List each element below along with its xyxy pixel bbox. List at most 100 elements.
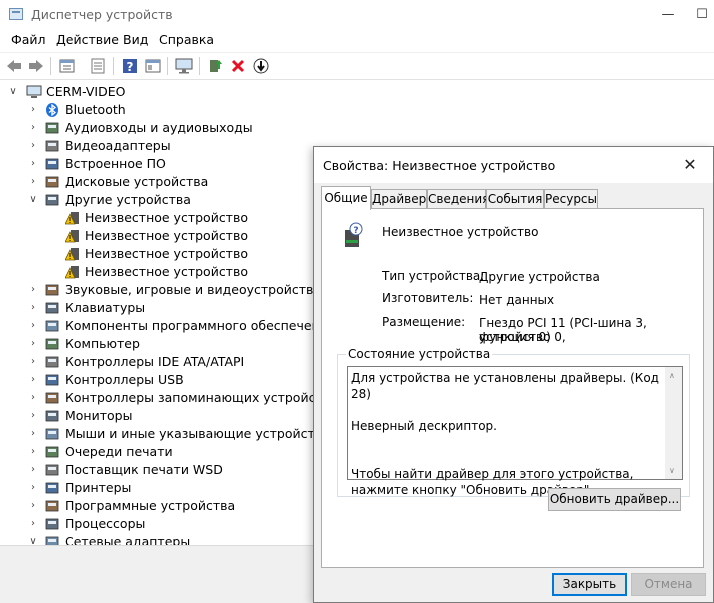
tree-category-item[interactable]: › Очереди печати (0, 443, 310, 461)
chevron-right-icon[interactable]: › (28, 155, 38, 173)
status-vertical-scrollbar[interactable]: ∧ ∨ (665, 367, 682, 479)
chevron-down-icon[interactable]: ∨ (28, 533, 38, 545)
tab-events[interactable]: События (486, 189, 544, 208)
tree-item-label: Неизвестное устройство (85, 246, 248, 261)
tree-category-item[interactable]: › Компьютер (0, 335, 310, 353)
chevron-right-icon[interactable]: › (28, 479, 38, 497)
close-button[interactable]: Закрыть (552, 573, 627, 596)
chevron-down-icon[interactable]: ∨ (28, 191, 38, 209)
maximize-button[interactable]: ☐ (690, 0, 714, 30)
chevron-right-icon[interactable]: › (28, 425, 38, 443)
svg-text:?: ? (127, 60, 134, 74)
tree-category-item[interactable]: › Встроенное ПО (0, 155, 310, 173)
chevron-right-icon[interactable]: › (28, 443, 38, 461)
cancel-button[interactable]: Отмена (631, 573, 706, 596)
location-value-line2: функция 0) (479, 330, 551, 344)
toolbar-separator (199, 57, 200, 75)
network-adapter-icon (45, 535, 59, 545)
chevron-right-icon[interactable]: › (28, 173, 38, 191)
manufacturer-value: Нет данных (479, 293, 555, 307)
tree-category-item[interactable]: › Bluetooth (0, 101, 310, 119)
toolbar: ? (0, 52, 714, 80)
monitor-icon[interactable] (175, 57, 193, 75)
tab-resources[interactable]: Ресурсы (544, 189, 598, 208)
disable-device-icon[interactable] (252, 57, 270, 75)
menu-help[interactable]: Справка (159, 32, 214, 47)
properties-sheet-icon[interactable] (58, 57, 76, 75)
chevron-right-icon[interactable]: › (28, 299, 38, 317)
chevron-right-icon[interactable]: › (28, 317, 38, 335)
tab-driver[interactable]: Драйвер (371, 189, 427, 208)
tree-category-item[interactable]: ∨ Другие устройства (0, 191, 310, 209)
menu-file[interactable]: Файл (11, 32, 46, 47)
chevron-right-icon[interactable]: › (28, 389, 38, 407)
tree-category-item[interactable]: › Программные устройства (0, 497, 310, 515)
tree-child-item[interactable]: Неизвестное устройство (0, 209, 310, 227)
tree-category-item[interactable]: › Контроллеры IDE ATA/ATAPI (0, 353, 310, 371)
tree-category-item[interactable]: › Мыши и иные указывающие устройства (0, 425, 330, 443)
tree-item-label: Дисковые устройства (65, 174, 209, 189)
tab-general[interactable]: Общие (321, 186, 371, 210)
tree-item-label: Компоненты программного обеспечения (65, 318, 336, 333)
tree-category-item[interactable]: › Звуковые, игровые и видеоустройства (0, 281, 321, 299)
mouse-icon (45, 427, 59, 441)
scroll-down-icon[interactable]: ∨ (669, 466, 675, 475)
tree-category-item[interactable]: › Контроллеры USB (0, 371, 310, 389)
uninstall-icon[interactable] (229, 57, 247, 75)
tree-category-item[interactable]: › Клавиатуры (0, 299, 310, 317)
help-icon[interactable]: ? (121, 57, 139, 75)
tree-category-item[interactable]: ∨ Сетевые адаптеры (0, 533, 310, 545)
menu-view[interactable]: Вид (123, 32, 148, 47)
device-list-icon[interactable] (89, 57, 107, 75)
scroll-up-icon[interactable]: ∧ (669, 371, 675, 380)
minimize-button[interactable]: — (645, 0, 691, 30)
dialog-title: Свойства: Неизвестное устройство (323, 158, 556, 173)
tree-item-label: Очереди печати (65, 444, 173, 459)
chevron-right-icon[interactable]: › (28, 461, 38, 479)
tree-child-item[interactable]: Неизвестное устройство (0, 227, 310, 245)
chevron-down-icon[interactable]: ∨ (8, 83, 18, 101)
tree-child-item[interactable]: Неизвестное устройство (0, 245, 310, 263)
back-arrow-icon[interactable] (5, 57, 23, 75)
tree-category-item[interactable]: › Компоненты программного обеспечения (0, 317, 335, 335)
chevron-right-icon[interactable]: › (28, 407, 38, 425)
chevron-right-icon[interactable]: › (28, 335, 38, 353)
chevron-right-icon[interactable]: › (28, 281, 38, 299)
tree-category-item[interactable]: › Дисковые устройства (0, 173, 310, 191)
close-icon[interactable]: ✕ (667, 147, 713, 183)
view-icon[interactable] (144, 57, 162, 75)
chevron-right-icon[interactable]: › (28, 353, 38, 371)
wsd-printer-icon (45, 463, 59, 477)
chevron-right-icon[interactable]: › (28, 497, 38, 515)
tab-details[interactable]: Сведения (427, 189, 489, 208)
warning-device-icon (64, 229, 79, 243)
chevron-right-icon[interactable]: › (28, 101, 38, 119)
location-label: Размещение: (382, 315, 466, 329)
tree-category-item[interactable]: › Видеоадаптеры (0, 137, 310, 155)
chevron-right-icon[interactable]: › (28, 515, 38, 533)
tree-item-label: Компьютер (65, 336, 140, 351)
properties-dialog: Свойства: Неизвестное устройство ✕ Общие… (313, 146, 714, 603)
tree-category-item[interactable]: › Мониторы (0, 407, 310, 425)
chevron-right-icon[interactable]: › (28, 137, 38, 155)
tree-root[interactable]: ∨ CERM-VIDEO (0, 83, 300, 101)
tree-category-item[interactable]: › Принтеры (0, 479, 310, 497)
tree-category-item[interactable]: › Процессоры (0, 515, 310, 533)
device-status-text: Для устройства не установлены драйверы. … (351, 371, 659, 497)
tree-category-item[interactable]: › Контроллеры запоминающих устройств (0, 389, 330, 407)
tree-child-item[interactable]: Неизвестное устройство (0, 263, 310, 281)
tree-category-item[interactable]: › Аудиовходы и аудиовыходы (0, 119, 310, 137)
tree-item-label: Контроллеры IDE ATA/ATAPI (65, 354, 245, 369)
forward-arrow-icon[interactable] (27, 57, 45, 75)
tree-category-item[interactable]: › Поставщик печати WSD (0, 461, 310, 479)
tree-item-label: Сетевые адаптеры (65, 534, 191, 545)
update-driver-icon[interactable] (206, 57, 224, 75)
horizontal-scrollbar[interactable] (0, 545, 316, 568)
menu-action[interactable]: Действие (56, 32, 119, 47)
disk-drive-icon (45, 175, 59, 189)
chevron-right-icon[interactable]: › (28, 371, 38, 389)
chevron-right-icon[interactable]: › (28, 119, 38, 137)
update-driver-button[interactable]: Обновить драйвер... (548, 488, 681, 511)
device-status-textbox[interactable]: Для устройства не установлены драйверы. … (347, 366, 683, 497)
dialog-titlebar: Свойства: Неизвестное устройство ✕ (314, 147, 713, 183)
